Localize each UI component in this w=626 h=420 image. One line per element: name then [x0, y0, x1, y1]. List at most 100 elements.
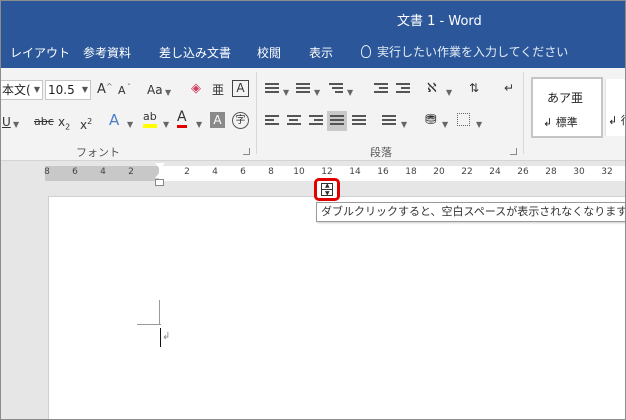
paragraph-mark-icon: ↲ [608, 114, 618, 127]
paragraph-group-label: 段落 [370, 146, 392, 159]
whitespace-collapse-icon: ▲ ▼ [321, 183, 333, 197]
numbering-icon[interactable] [296, 83, 310, 95]
style-next-name: ↲ 行 [608, 112, 625, 128]
chevron-down-icon: ▼ [283, 88, 290, 97]
ruler-number: 4 [212, 167, 218, 177]
tell-me-box[interactable]: 実行したい作業を入力してください [361, 43, 568, 60]
lightbulb-icon [361, 45, 371, 58]
phonetic-guide-button[interactable]: 亜 [212, 82, 224, 98]
borders-icon[interactable] [457, 113, 470, 126]
font-color-button[interactable]: A [177, 110, 187, 128]
increase-indent-icon[interactable] [396, 83, 410, 95]
ribbon-tabs: レイアウト 参考資料 差し込み文書 校閲 表示 実行したい作業を入力してください [1, 36, 625, 68]
change-case-button[interactable]: Aa [147, 82, 163, 98]
align-right-icon[interactable] [309, 115, 323, 127]
chevron-down-icon: ▼ [196, 120, 203, 129]
style-next[interactable]: ↲ 行 [605, 79, 625, 136]
style-normal[interactable]: あア亜 ↲ 標準 [531, 77, 603, 138]
char-border-button[interactable]: A [232, 80, 249, 97]
chevron-down-icon: ▼ [442, 120, 449, 129]
left-indent-marker[interactable] [155, 179, 164, 186]
decrease-indent-icon[interactable] [374, 83, 388, 95]
tab-review[interactable]: 校閲 [257, 44, 281, 61]
align-center-icon[interactable] [287, 115, 301, 127]
document-canvas: ↲ [1, 191, 625, 419]
shrink-font-button[interactable]: A [118, 83, 126, 99]
tab-view[interactable]: 表示 [309, 44, 333, 61]
distributed-icon[interactable] [352, 115, 366, 127]
show-marks-icon[interactable]: ↵ [504, 80, 514, 96]
ruler-number: 2 [128, 167, 134, 177]
chevron-down-icon: ▼ [127, 120, 134, 129]
text-direction-icon[interactable]: ℵ [427, 81, 437, 97]
chevron-down-icon: ▼ [314, 88, 321, 97]
grow-font-arrow-icon: ^ [106, 82, 113, 91]
font-size-value: 10.5 [48, 83, 75, 97]
ribbon: 本文(▼ 10.5 ▼ A ^ A ˇ Aa ▼ ◈ 亜 A U ▼ abc x2… [1, 68, 625, 161]
line-spacing-icon[interactable] [382, 115, 396, 127]
hide-whitespace-toggle[interactable]: ▲ ▼ [314, 178, 340, 201]
group-separator [256, 72, 257, 154]
font-size-combobox[interactable]: 10.5 ▼ [45, 80, 91, 100]
justify-button[interactable] [327, 111, 347, 131]
chevron-down-icon: ▼ [163, 120, 170, 129]
ruler-number: 14 [349, 167, 361, 177]
crop-mark [159, 300, 160, 324]
style-normal-name: ↲ 標準 [543, 114, 578, 130]
text-effect-button[interactable]: A [109, 112, 119, 128]
ruler-number: 6 [240, 167, 246, 177]
chevron-down-icon: ▼ [33, 85, 40, 94]
font-name-combobox[interactable]: 本文(▼ [1, 80, 43, 100]
ruler-number: 30 [573, 167, 585, 177]
sort-icon[interactable]: ⇅ [469, 80, 479, 96]
title-bar: 文書 1 - Word [1, 1, 625, 36]
clear-format-icon[interactable]: ◈ [191, 81, 201, 97]
first-line-indent-marker[interactable] [155, 163, 165, 169]
subscript-button[interactable]: x2 [58, 114, 70, 135]
ruler-number: 6 [72, 167, 78, 177]
chevron-down-icon: ▼ [165, 88, 172, 97]
ruler-number: 16 [377, 167, 389, 177]
char-shading-button[interactable]: A [210, 112, 225, 128]
multilevel-list-icon[interactable] [329, 83, 343, 95]
underline-button[interactable]: U [2, 114, 11, 130]
style-normal-label: 標準 [555, 116, 578, 129]
ruler-number: 24 [489, 167, 501, 177]
ruler-number: 20 [433, 167, 445, 177]
chevron-down-icon: ▼ [13, 120, 20, 129]
align-left-icon[interactable] [265, 115, 279, 127]
ruler-number: 4 [100, 167, 106, 177]
ruler-number: 28 [545, 167, 557, 177]
tab-mailings[interactable]: 差し込み文書 [159, 44, 231, 61]
paint-bucket-icon[interactable]: ⛃ [425, 112, 437, 128]
chevron-down-icon: ▼ [401, 120, 408, 129]
chevron-down-icon: ▼ [347, 88, 354, 97]
ruler-number: 8 [268, 167, 274, 177]
paragraph-mark-icon: ↲ [162, 331, 171, 342]
ruler-number: 22 [461, 167, 473, 177]
paragraph-dialog-launcher-icon[interactable] [510, 148, 517, 155]
arrow-down-icon: ▼ [325, 190, 330, 197]
ruler-number: 12 [321, 167, 333, 177]
tab-references[interactable]: 参考資料 [83, 44, 131, 61]
ruler-number: 8 [44, 167, 50, 177]
ruler-number: 26 [517, 167, 529, 177]
font-dialog-launcher-icon[interactable] [243, 148, 250, 155]
enclose-char-button[interactable]: 字 [232, 112, 249, 129]
highlight-button[interactable]: ab [143, 110, 157, 128]
superscript-button[interactable]: x2 [80, 114, 92, 133]
bullets-icon[interactable] [265, 83, 279, 95]
whitespace-tooltip: ダブルクリックすると、空白スペースが表示されなくなります [316, 202, 625, 222]
ruler-number: 32 [601, 167, 613, 177]
grow-font-button[interactable]: A [97, 82, 106, 98]
shrink-font-arrow-icon: ˇ [127, 83, 131, 92]
subscript-mark: 2 [65, 122, 71, 132]
tell-me-text: 実行したい作業を入力してください [377, 45, 569, 59]
hanging-indent-marker[interactable] [155, 172, 165, 178]
word-window: 文書 1 - Word レイアウト 参考資料 差し込み文書 校閲 表示 実行した… [0, 0, 626, 420]
paragraph-mark-icon: ↲ [543, 116, 553, 129]
strikethrough-button[interactable]: abc [34, 114, 54, 130]
tab-layout[interactable]: レイアウト [10, 44, 70, 61]
document-page[interactable]: ↲ [48, 196, 625, 419]
style-normal-sample: あア亜 [547, 91, 584, 105]
